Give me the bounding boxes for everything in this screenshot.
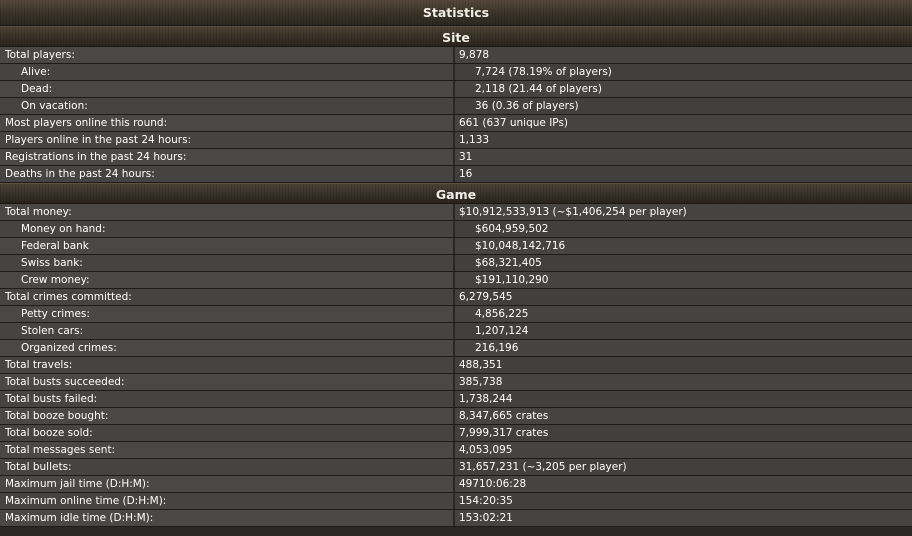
- stat-value: 31,657,231 (~3,205 per player): [455, 459, 912, 475]
- stat-value: 488,351: [455, 357, 912, 373]
- stat-row: Swiss bank: $68,321,405: [0, 255, 912, 272]
- stat-value: $68,321,405: [455, 255, 912, 271]
- stat-label: Total messages sent:: [0, 442, 455, 458]
- page-title: Statistics: [0, 0, 912, 26]
- section-heading-site: Site: [0, 26, 912, 47]
- stat-row: Total bullets: 31,657,231 (~3,205 per pla…: [0, 459, 912, 476]
- stat-row: Organized crimes: 216,196: [0, 340, 912, 357]
- stat-label: Federal bank: [0, 238, 455, 254]
- stat-row: Maximum jail time (D:H:M): 49710:06:28: [0, 476, 912, 493]
- stat-value: 9,878: [455, 47, 912, 63]
- stat-label: Alive:: [0, 64, 455, 80]
- stat-value: 1,207,124: [455, 323, 912, 339]
- stat-row: Total crimes committed: 6,279,545: [0, 289, 912, 306]
- stat-row: Maximum idle time (D:H:M): 153:02:21: [0, 510, 912, 527]
- stat-value: 4,856,225: [455, 306, 912, 322]
- stat-row: Maximum online time (D:H:M): 154:20:35: [0, 493, 912, 510]
- stat-label: Petty crimes:: [0, 306, 455, 322]
- stat-label: On vacation:: [0, 98, 455, 114]
- stat-value: 154:20:35: [455, 493, 912, 509]
- stat-row: Total money: $10,912,533,913 (~$1,406,254…: [0, 204, 912, 221]
- stat-row: Total messages sent: 4,053,095: [0, 442, 912, 459]
- stat-row: Registrations in the past 24 hours: 31: [0, 149, 912, 166]
- stat-label: Players online in the past 24 hours:: [0, 132, 455, 148]
- stat-row: Petty crimes: 4,856,225: [0, 306, 912, 323]
- stat-label: Deaths in the past 24 hours:: [0, 166, 455, 182]
- stat-row: Total booze bought: 8,347,665 crates: [0, 408, 912, 425]
- stat-label: Total booze bought:: [0, 408, 455, 424]
- stat-value: 7,724 (78.19% of players): [455, 64, 912, 80]
- stat-label: Total busts failed:: [0, 391, 455, 407]
- stat-value: 31: [455, 149, 912, 165]
- stat-label: Total travels:: [0, 357, 455, 373]
- stat-row: Players online in the past 24 hours: 1,13…: [0, 132, 912, 149]
- stat-row: Most players online this round: 661 (637 …: [0, 115, 912, 132]
- stat-value: 8,347,665 crates: [455, 408, 912, 424]
- stat-label: Total money:: [0, 204, 455, 220]
- stat-value: $191,110,290: [455, 272, 912, 288]
- stat-label: Maximum idle time (D:H:M):: [0, 510, 455, 526]
- stat-value: 153:02:21: [455, 510, 912, 526]
- stat-label: Total crimes committed:: [0, 289, 455, 305]
- stat-row: Alive: 7,724 (78.19% of players): [0, 64, 912, 81]
- stat-value: $604,959,502: [455, 221, 912, 237]
- stat-row: Total players: 9,878: [0, 47, 912, 64]
- stat-label: Registrations in the past 24 hours:: [0, 149, 455, 165]
- stat-row: Deaths in the past 24 hours: 16: [0, 166, 912, 183]
- stat-label: Money on hand:: [0, 221, 455, 237]
- stat-label: Most players online this round:: [0, 115, 455, 131]
- stat-label: Organized crimes:: [0, 340, 455, 356]
- stat-value: 36 (0.36 of players): [455, 98, 912, 114]
- stat-label: Maximum jail time (D:H:M):: [0, 476, 455, 492]
- stat-value: 49710:06:28: [455, 476, 912, 492]
- section-heading-game: Game: [0, 183, 912, 204]
- stat-value: 1,738,244: [455, 391, 912, 407]
- stat-value: 16: [455, 166, 912, 182]
- stat-row: Total busts failed: 1,738,244: [0, 391, 912, 408]
- stat-row: Total travels: 488,351: [0, 357, 912, 374]
- stat-value: 661 (637 unique IPs): [455, 115, 912, 131]
- stat-value: $10,912,533,913 (~$1,406,254 per player): [455, 204, 912, 220]
- stat-row: Crew money: $191,110,290: [0, 272, 912, 289]
- stat-value: $10,048,142,716: [455, 238, 912, 254]
- stat-label: Total booze sold:: [0, 425, 455, 441]
- site-stats-table: Total players: 9,878 Alive: 7,724 (78.19% o…: [0, 47, 912, 183]
- stat-row: Federal bank $10,048,142,716: [0, 238, 912, 255]
- stat-label: Dead:: [0, 81, 455, 97]
- stat-row: Total busts succeeded: 385,738: [0, 374, 912, 391]
- stat-value: 7,999,317 crates: [455, 425, 912, 441]
- stat-value: 216,196: [455, 340, 912, 356]
- statistics-page: Statistics Site Total players: 9,878 Alive…: [0, 0, 912, 536]
- stat-label: Stolen cars:: [0, 323, 455, 339]
- stat-value: 6,279,545: [455, 289, 912, 305]
- stat-row: Money on hand: $604,959,502: [0, 221, 912, 238]
- game-stats-table: Total money: $10,912,533,913 (~$1,406,254…: [0, 204, 912, 527]
- stat-value: 4,053,095: [455, 442, 912, 458]
- stat-row: Stolen cars: 1,207,124: [0, 323, 912, 340]
- stat-value: 385,738: [455, 374, 912, 390]
- stat-label: Total bullets:: [0, 459, 455, 475]
- stat-label: Total busts succeeded:: [0, 374, 455, 390]
- stat-row: On vacation: 36 (0.36 of players): [0, 98, 912, 115]
- stat-row: Total booze sold: 7,999,317 crates: [0, 425, 912, 442]
- stat-label: Swiss bank:: [0, 255, 455, 271]
- stat-value: 1,133: [455, 132, 912, 148]
- stat-label: Crew money:: [0, 272, 455, 288]
- stat-label: Maximum online time (D:H:M):: [0, 493, 455, 509]
- stat-value: 2,118 (21.44 of players): [455, 81, 912, 97]
- stat-label: Total players:: [0, 47, 455, 63]
- stat-row: Dead: 2,118 (21.44 of players): [0, 81, 912, 98]
